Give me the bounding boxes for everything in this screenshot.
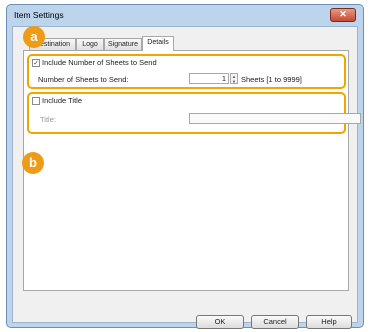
title-label: Title:: [40, 115, 56, 124]
dialog-title: Item Settings: [14, 10, 64, 20]
cancel-button[interactable]: Cancel: [251, 315, 299, 329]
sheets-count-spinner[interactable]: ▲ ▼: [230, 73, 238, 84]
tab-logo[interactable]: Logo: [76, 38, 104, 50]
tab-details[interactable]: Details: [142, 36, 174, 51]
tab-logo-label: Logo: [82, 41, 98, 48]
spin-down-icon[interactable]: ▼: [231, 79, 237, 84]
tab-signature-label: Signature: [108, 41, 138, 48]
callout-a-letter: a: [30, 29, 38, 44]
item-settings-dialog: Item Settings ✕ Destination Logo Signatu…: [6, 4, 364, 329]
ok-button[interactable]: OK: [196, 315, 244, 329]
include-sheets-checkbox[interactable]: ✓: [32, 59, 40, 67]
close-icon: ✕: [339, 9, 347, 19]
details-panel: ✓ Include Number of Sheets to Send Numbe…: [23, 50, 361, 291]
help-button-label: Help: [321, 317, 337, 326]
include-sheets-label: Include Number of Sheets to Send: [42, 58, 157, 67]
callout-b-badge: b: [22, 152, 44, 174]
callout-b-letter: b: [29, 155, 37, 170]
sheets-range-label: Sheets [1 to 9999]: [241, 75, 302, 84]
tab-details-label: Details: [147, 39, 169, 46]
sheets-count-input[interactable]: 1: [189, 73, 229, 84]
checkmark-icon: ✓: [33, 60, 39, 67]
help-button[interactable]: Help: [306, 315, 352, 329]
dialog-client-area: Destination Logo Signature Details ✓ Inc…: [12, 26, 361, 329]
include-title-checkbox[interactable]: [32, 97, 40, 105]
cancel-button-label: Cancel: [263, 317, 287, 326]
title-bar: Item Settings ✕: [7, 5, 363, 25]
include-title-label: Include Title: [42, 96, 83, 105]
title-input[interactable]: [189, 113, 361, 124]
callout-a-badge: a: [23, 26, 45, 48]
tab-signature[interactable]: Signature: [104, 38, 142, 50]
sheets-count-label: Number of Sheets to Send:: [38, 75, 129, 84]
close-button[interactable]: ✕: [330, 8, 356, 22]
ok-button-label: OK: [214, 317, 226, 326]
